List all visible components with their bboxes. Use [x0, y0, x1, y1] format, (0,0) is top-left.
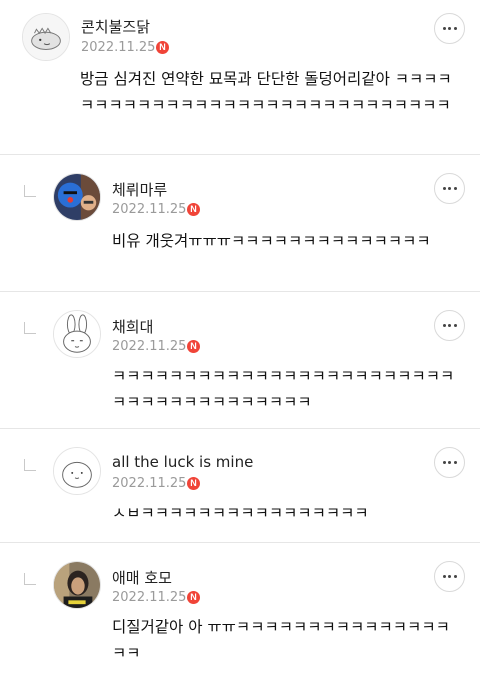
more-options-icon: [442, 27, 446, 30]
reply-item: 체뤼마루 2022.11.25 N 비유 개웃겨ㅠㅠㅠㅋㅋㅋㅋㅋㅋㅋㅋㅋㅋㅋㅋㅋ…: [0, 155, 480, 292]
comment-date: 2022.11.25: [112, 339, 187, 354]
reply-indent-icon: [24, 573, 36, 585]
more-options-button[interactable]: [434, 447, 465, 478]
avatar[interactable]: [53, 447, 101, 495]
more-options-button[interactable]: [434, 173, 465, 204]
bunny-doodle-avatar-icon: [54, 311, 100, 357]
new-badge-icon: N: [187, 203, 200, 216]
more-options-button[interactable]: [434, 13, 465, 44]
comment-date: 2022.11.25: [112, 590, 187, 605]
comment-text: 비유 개웃겨ㅠㅠㅠㅋㅋㅋㅋㅋㅋㅋㅋㅋㅋㅋㅋㅋㅋ: [112, 232, 431, 250]
more-options-button[interactable]: [434, 310, 465, 341]
character-photo-avatar-icon: [54, 174, 100, 220]
more-options-icon: [442, 187, 446, 190]
author-name[interactable]: 애매 호모: [112, 567, 172, 588]
new-badge-icon: N: [187, 591, 200, 604]
more-options-icon: [442, 575, 446, 578]
new-badge-icon: N: [156, 41, 169, 54]
comment-date: 2022.11.25: [112, 476, 187, 491]
comment-text: 디질거같아 아 ㅠㅠㅋㅋㅋㅋㅋㅋㅋㅋㅋㅋㅋㅋㅋㅋㅋㅋㅋ: [112, 618, 450, 662]
avatar[interactable]: [53, 310, 101, 358]
reply-item: 채희대 2022.11.25 N ㅋㅋㅋㅋㅋㅋㅋㅋㅋㅋㅋㅋㅋㅋㅋㅋㅋㅋㅋㅋㅋㅋㅋ…: [0, 292, 480, 429]
author-name[interactable]: all the luck is mine: [112, 453, 253, 471]
reply-item: 애매 호모 2022.11.25 N 디질거같아 아 ㅠㅠㅋㅋㅋㅋㅋㅋㅋㅋㅋㅋㅋ…: [0, 543, 480, 676]
blob-doodle-avatar-icon: [54, 448, 100, 494]
avatar[interactable]: [53, 173, 101, 221]
author-name[interactable]: 콘치불즈닭: [81, 16, 150, 37]
reply-item: all the luck is mine 2022.11.25 N ㅅㅂㅋㅋㅋㅋ…: [0, 429, 480, 543]
comment-date: 2022.11.25: [81, 40, 156, 55]
author-name[interactable]: 채희대: [112, 316, 153, 337]
author-name[interactable]: 체뤼마루: [112, 179, 167, 200]
dinosaur-doodle-avatar-icon: [23, 14, 69, 60]
reply-indent-icon: [24, 322, 36, 334]
more-options-icon: [442, 461, 446, 464]
comment-text: 방금 심겨진 연약한 묘목과 단단한 돌덩어리같아 ㅋㅋㅋㅋㅋㅋㅋㅋㅋㅋㅋㅋㅋㅋ…: [80, 70, 452, 114]
person-photo-avatar-icon: [54, 562, 100, 608]
avatar[interactable]: [53, 561, 101, 609]
reply-indent-icon: [24, 459, 36, 471]
comment-text: ㅅㅂㅋㅋㅋㅋㅋㅋㅋㅋㅋㅋㅋㅋㅋㅋㅋㅋ: [112, 504, 369, 522]
new-badge-icon: N: [187, 340, 200, 353]
new-badge-icon: N: [187, 477, 200, 490]
comment-date: 2022.11.25: [112, 202, 187, 217]
more-options-icon: [442, 324, 446, 327]
more-options-button[interactable]: [434, 561, 465, 592]
comment-text: ㅋㅋㅋㅋㅋㅋㅋㅋㅋㅋㅋㅋㅋㅋㅋㅋㅋㅋㅋㅋㅋㅋㅋㅋㅋㅋㅋㅋㅋㅋㅋㅋㅋㅋㅋㅋㅋㅋ: [112, 367, 455, 411]
reply-indent-icon: [24, 185, 36, 197]
avatar[interactable]: [22, 13, 70, 61]
comment-item: 콘치불즈닭 2022.11.25 N 방금 심겨진 연약한 묘목과 단단한 돌덩…: [0, 0, 480, 155]
